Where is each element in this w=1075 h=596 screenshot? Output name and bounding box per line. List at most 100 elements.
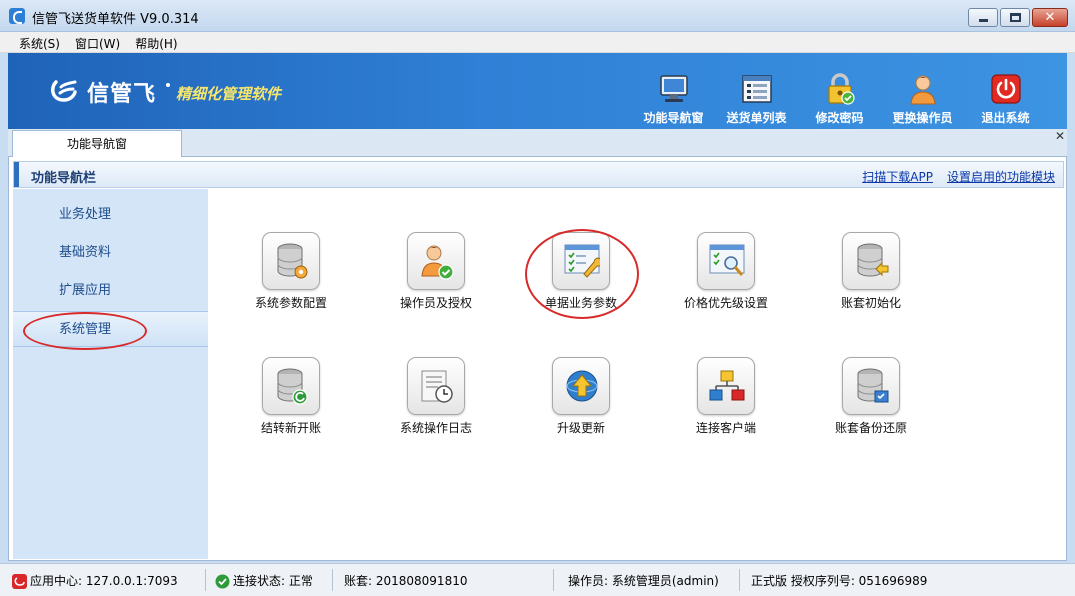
content-panel: 功能导航栏 扫描下载APP 设置启用的功能模块 业务处理 基础资料 扩展应用 系… xyxy=(8,157,1067,561)
function-label: 连接客户端 xyxy=(695,421,756,435)
card-icon-frame xyxy=(407,357,465,415)
network-icon xyxy=(709,370,745,401)
card-icon-frame xyxy=(842,232,900,290)
function-document-params[interactable]: 单据业务参数 xyxy=(521,232,641,322)
sidebar-item-system-management[interactable]: 系统管理 xyxy=(13,311,208,347)
check-circle-icon xyxy=(215,574,230,589)
power-icon xyxy=(991,74,1021,104)
function-connect-client[interactable]: 连接客户端 xyxy=(666,357,786,447)
database-backup-icon xyxy=(857,368,889,403)
status-app-center: 应用中心: 127.0.0.1:7093 xyxy=(12,571,178,591)
card-icon-frame xyxy=(842,357,900,415)
tab-strip: 功能导航窗 ✕ xyxy=(8,129,1067,158)
minimize-icon xyxy=(979,19,988,22)
database-arrow-icon xyxy=(857,243,889,277)
panel-links: 扫描下载APP 设置启用的功能模块 xyxy=(862,168,1055,185)
function-operator-auth[interactable]: 操作员及授权 xyxy=(376,232,496,322)
window-title: 信管飞送货单软件 V9.0.314 xyxy=(32,12,199,27)
function-carry-forward[interactable]: 结转新开账 xyxy=(231,357,351,447)
app-banner: 信管飞 精细化管理软件 功能导航窗 送货单列表 修改密码 更换操作员 退出系统 xyxy=(8,53,1067,129)
status-account-set: 账套: 201808091810 xyxy=(344,574,468,588)
main-toolbar: 功能导航窗 送货单列表 修改密码 更换操作员 退出系统 xyxy=(632,53,1047,129)
configure-modules-link[interactable]: 设置启用的功能模块 xyxy=(947,168,1055,185)
card-icon-frame xyxy=(407,232,465,290)
card-icon-frame xyxy=(697,357,755,415)
function-account-init[interactable]: 账套初始化 xyxy=(811,232,931,322)
toolbar-label: 送货单列表 xyxy=(726,111,787,125)
user-icon xyxy=(910,75,936,105)
logo-icon xyxy=(50,80,77,102)
menu-bar: 系统(S) 窗口(W) 帮助(H) xyxy=(0,32,1075,53)
user-check-icon xyxy=(421,245,454,280)
close-button[interactable]: ✕ xyxy=(1032,8,1068,27)
function-label: 单据业务参数 xyxy=(544,296,617,310)
app-icon xyxy=(9,8,25,24)
status-operator: 操作员: 系统管理员(admin) xyxy=(568,574,719,588)
card-icon-frame xyxy=(262,357,320,415)
sidebar-item-business[interactable]: 业务处理 xyxy=(13,197,208,233)
function-upgrade[interactable]: 升级更新 xyxy=(521,357,641,447)
document-search-icon xyxy=(709,244,745,276)
scan-download-app-link[interactable]: 扫描下载APP xyxy=(862,168,933,185)
window-controls: ✕ xyxy=(968,8,1068,27)
toolbar-label: 更换操作员 xyxy=(892,111,953,125)
maximize-icon xyxy=(1010,13,1021,22)
function-system-params[interactable]: 系统参数配置 xyxy=(231,232,351,322)
panel-header: 功能导航栏 扫描下载APP 设置启用的功能模块 xyxy=(13,161,1064,188)
function-label: 价格优先级设置 xyxy=(683,296,768,310)
sidebar: 业务处理 基础资料 扩展应用 系统管理 xyxy=(13,189,208,559)
function-grid: 系统参数配置 操作员及授权 单据业务参数 价格优先级设置 账套初始化 结转新开账… xyxy=(209,189,1064,559)
function-label: 升级更新 xyxy=(556,421,605,435)
card-icon-frame xyxy=(697,232,755,290)
sidebar-item-basic-data[interactable]: 基础资料 xyxy=(13,235,208,271)
function-label: 系统操作日志 xyxy=(399,421,472,435)
panel-title: 功能导航栏 xyxy=(31,171,97,186)
status-separator xyxy=(553,569,554,591)
status-connection: 连接状态: 正常 xyxy=(215,571,313,591)
card-icon-frame xyxy=(552,357,610,415)
logo-slogan: 精细化管理软件 xyxy=(176,85,282,103)
menu-help[interactable]: 帮助(H) xyxy=(128,32,185,52)
list-icon xyxy=(742,75,772,103)
toolbar-switch-operator-button[interactable]: 更换操作员 xyxy=(881,53,964,129)
logo-separator xyxy=(166,83,170,87)
toolbar-change-password-button[interactable]: 修改密码 xyxy=(798,53,881,129)
lock-icon xyxy=(828,73,855,105)
function-label: 账套初始化 xyxy=(840,296,901,310)
sidebar-item-extensions[interactable]: 扩展应用 xyxy=(13,273,208,309)
minimize-button[interactable] xyxy=(968,8,998,27)
function-account-backup[interactable]: 账套备份还原 xyxy=(811,357,931,447)
status-separator xyxy=(739,569,740,591)
monitor-icon xyxy=(660,75,688,102)
document-wrench-icon xyxy=(564,244,600,278)
function-operation-log[interactable]: 系统操作日志 xyxy=(376,357,496,447)
toolbar-label: 功能导航窗 xyxy=(643,111,704,125)
connection-text: 连接状态: 正常 xyxy=(233,574,313,588)
tab-close-icon[interactable]: ✕ xyxy=(1055,129,1065,143)
card-icon-frame xyxy=(552,232,610,290)
log-clock-icon xyxy=(421,370,453,403)
status-separator xyxy=(205,569,206,591)
function-label: 账套备份还原 xyxy=(834,421,907,435)
toolbar-label: 退出系统 xyxy=(981,111,1030,125)
maximize-button[interactable] xyxy=(1000,8,1030,27)
menu-system[interactable]: 系统(S) xyxy=(12,32,68,52)
logo-text: 信管飞 xyxy=(87,82,157,107)
status-license: 正式版 授权序列号: 051696989 xyxy=(751,574,928,588)
function-label: 结转新开账 xyxy=(260,421,321,435)
tab-function-navigation[interactable]: 功能导航窗 xyxy=(12,130,182,158)
toolbar-delivery-list-button[interactable]: 送货单列表 xyxy=(715,53,798,129)
status-separator xyxy=(332,569,333,591)
card-icon-frame xyxy=(262,232,320,290)
function-label: 操作员及授权 xyxy=(399,296,472,310)
app-center-text: 应用中心: 127.0.0.1:7093 xyxy=(30,574,178,588)
toolbar-nav-window-button[interactable]: 功能导航窗 xyxy=(632,53,715,129)
function-price-priority[interactable]: 价格优先级设置 xyxy=(666,232,786,322)
app-center-icon xyxy=(12,574,27,589)
close-icon: ✕ xyxy=(1044,10,1056,25)
menu-window[interactable]: 窗口(W) xyxy=(68,32,128,52)
status-bar: 应用中心: 127.0.0.1:7093 连接状态: 正常 账套: 201808… xyxy=(0,563,1075,596)
function-label: 系统参数配置 xyxy=(254,296,327,310)
database-refresh-icon xyxy=(277,368,308,405)
toolbar-exit-button[interactable]: 退出系统 xyxy=(964,53,1047,129)
